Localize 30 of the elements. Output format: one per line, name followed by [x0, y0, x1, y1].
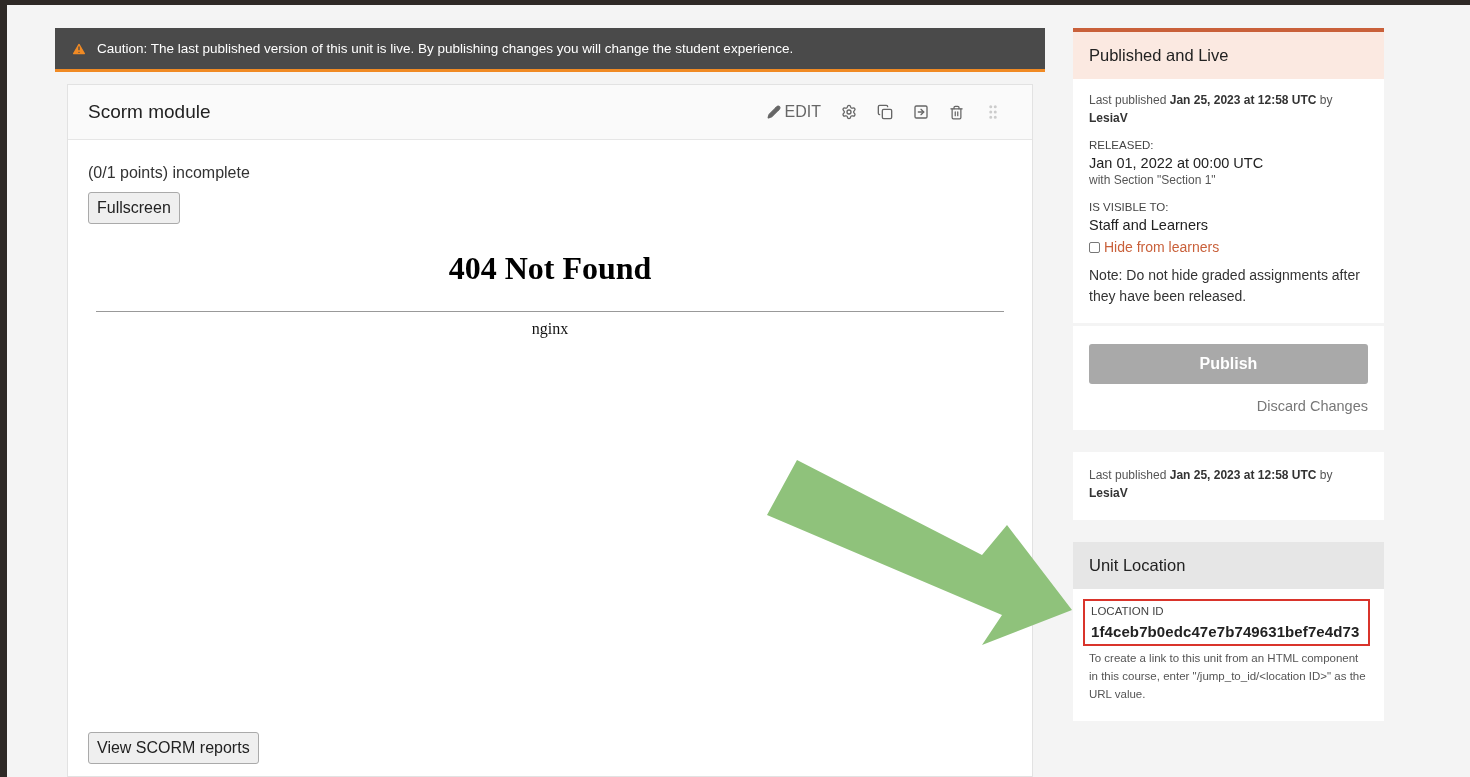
status-title: Published and Live — [1073, 28, 1384, 79]
release-date: Jan 01, 2022 at 00:00 UTC — [1089, 155, 1265, 171]
release-note: with Section "Section 1" — [1089, 172, 1217, 189]
location-id-label: LOCATION ID — [1091, 605, 1165, 617]
hide-checkbox[interactable]: Hide from learners — [1089, 239, 1368, 255]
visibility-label: IS VISIBLE TO: — [1089, 201, 1170, 213]
score-text: (0/1 points) incomplete — [88, 164, 251, 182]
visibility-text: Staff and Learners — [1089, 217, 1210, 233]
copy-icon — [877, 104, 893, 120]
last-published-text: Last published Jan 25, 2023 at 12:58 UTC by LesiaV — [1089, 92, 1334, 127]
trash-icon — [949, 104, 964, 120]
location-id: 1f4ceb7b0edc47e7b749631bef7e4d73 — [1091, 623, 1361, 640]
settings-icon — [841, 104, 857, 120]
caution-text: Caution: The last published version of this unit is live. By publishing changes you will change the student experience. — [97, 41, 794, 56]
arrow-box-icon — [913, 104, 929, 120]
last-published-text: Last published Jan 25, 2023 at 12:58 UTC by LesiaV — [1089, 467, 1334, 502]
checkbox[interactable] — [1089, 241, 1100, 253]
help-text: To create a link to this unit from an HTML component in this course, enter "/jump_to_id/<location ID>" as the URL value. — [1088, 651, 1367, 702]
discard-link[interactable]: Discard Changes — [1256, 398, 1368, 414]
error-heading: 404 Not Found — [448, 250, 652, 287]
module-title: Scorm module — [88, 101, 212, 123]
server-name: nginx — [531, 320, 569, 338]
note-text: Note: Do not hide graded assignments after they have been released. — [1089, 266, 1361, 306]
edit-button[interactable]: EDIT — [756, 103, 831, 121]
fullscreen-button[interactable]: Fullscreen — [88, 192, 180, 224]
location-title: Unit Location — [1073, 542, 1384, 589]
warning-icon — [71, 40, 87, 57]
reports-button[interactable]: View SCORM reports — [88, 732, 259, 764]
pencil-icon — [766, 105, 781, 119]
released-label: RELEASED: — [1089, 139, 1155, 151]
